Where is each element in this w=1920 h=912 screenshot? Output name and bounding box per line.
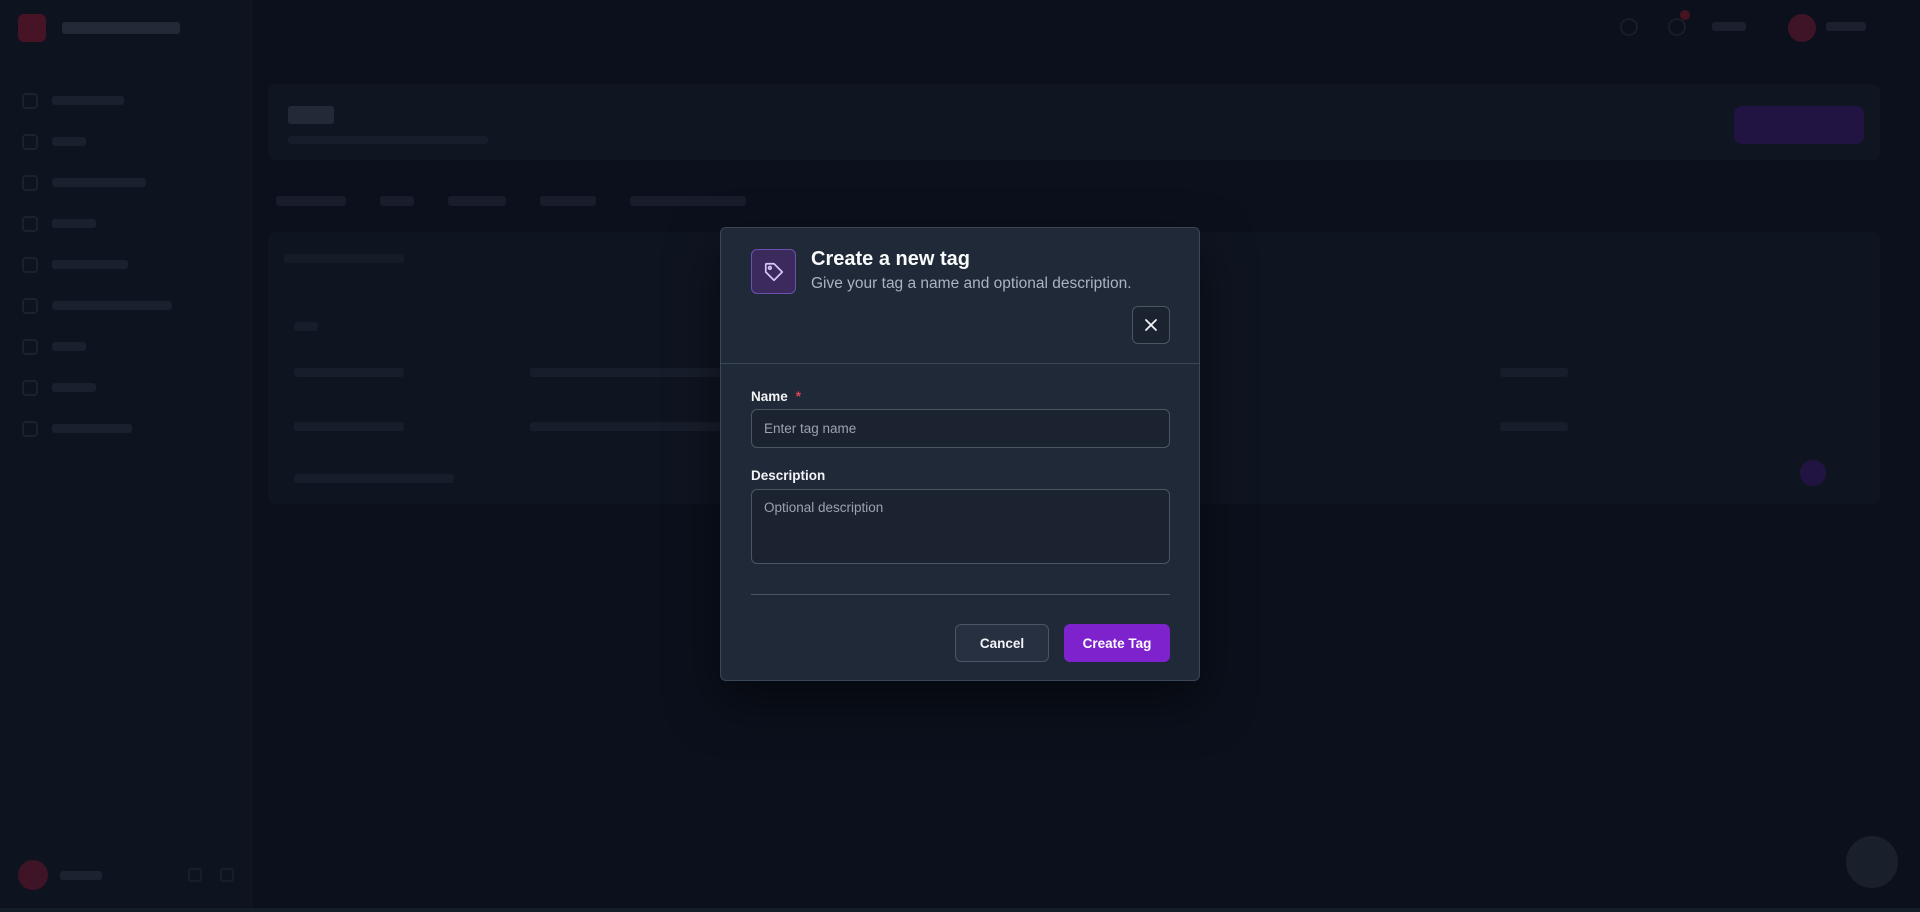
modal-title: Create a new tag xyxy=(811,248,970,270)
modal-subtitle: Give your tag a name and optional descri… xyxy=(811,275,1132,292)
tag-description-input[interactable] xyxy=(751,489,1170,564)
footer-divider xyxy=(751,594,1170,595)
required-indicator: * xyxy=(795,389,802,404)
cancel-button[interactable]: Cancel xyxy=(955,624,1049,662)
tag-name-input[interactable] xyxy=(751,409,1170,448)
close-icon xyxy=(1145,319,1157,331)
tag-icon xyxy=(751,249,796,294)
close-button[interactable] xyxy=(1132,306,1170,344)
create-tag-submit-button[interactable]: Create Tag xyxy=(1064,624,1170,662)
name-label: Name * xyxy=(751,389,802,404)
app-root: Create a new tag Give your tag a name an… xyxy=(0,0,1920,912)
modal-header: Create a new tag Give your tag a name an… xyxy=(721,228,1199,364)
description-label: Description xyxy=(751,468,826,483)
create-tag-modal: Create a new tag Give your tag a name an… xyxy=(720,227,1200,681)
